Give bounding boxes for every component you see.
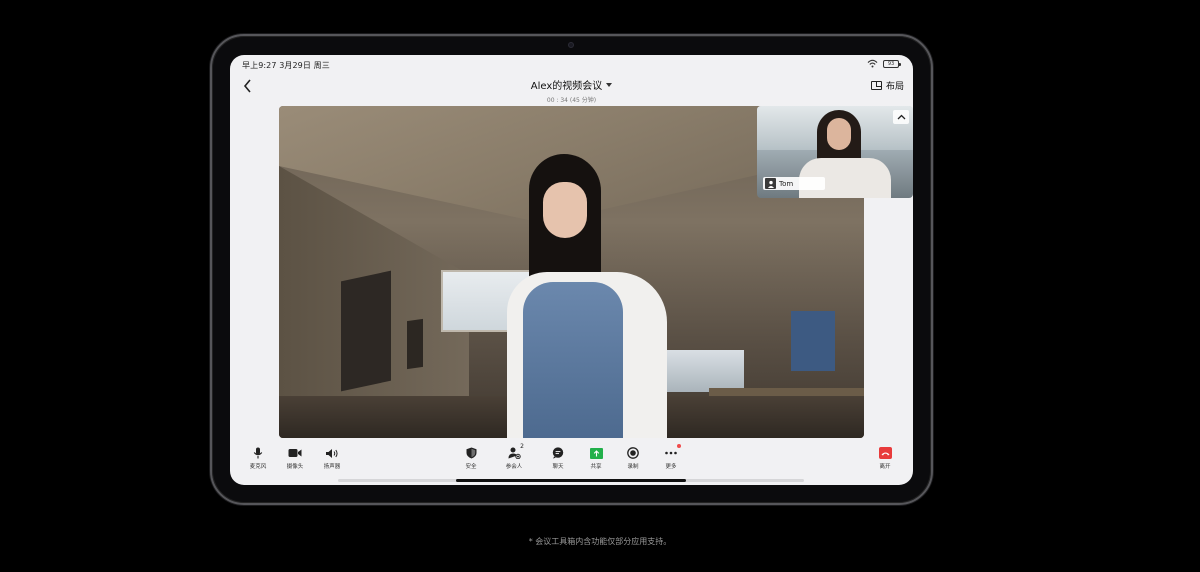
footnote: * 会议工具箱内含功能仅部分应用支持。 (528, 537, 672, 546)
status-time: 早上9:27 3月29日 周三 (242, 61, 330, 70)
record-button[interactable]: 录制 (615, 447, 651, 470)
leave-button[interactable]: 离开 (867, 447, 903, 470)
wifi-icon (867, 59, 878, 68)
video-scene-window (654, 350, 744, 392)
meeting-header: Alex的视频会议 00 : 34 (45 分钟) (230, 74, 913, 104)
meeting-duration: 00 : 34 (45 分钟) (546, 97, 597, 104)
pip-video-feed[interactable]: Tom (757, 106, 913, 198)
security-button[interactable]: 安全 (453, 447, 489, 470)
status-indicators: 93 (867, 59, 901, 68)
home-indicator[interactable] (456, 479, 686, 482)
pip-name-tag: Tom (763, 177, 825, 190)
chevron-up-icon (897, 114, 905, 120)
meeting-title: Alex的视频会议 (530, 81, 603, 92)
notification-badge (677, 444, 681, 448)
microphone-icon (251, 447, 265, 459)
speaker-button[interactable]: 扬声器 (314, 447, 350, 470)
meeting-toolbar: 麦克风 摄像头 扬声器 安全 2 参会人 聊天 共享 录制 更多 离开 (230, 443, 913, 475)
chat-bubble-icon (551, 447, 565, 459)
participants-button[interactable]: 2 参会人 (496, 443, 532, 470)
caret-down-icon (606, 82, 613, 87)
pip-collapse-button[interactable] (893, 110, 909, 124)
video-participant (487, 154, 667, 438)
battery-icon: 93 (883, 59, 901, 68)
video-scene-artwork (407, 318, 423, 370)
hang-up-icon (878, 447, 892, 459)
more-dots-icon (664, 444, 681, 459)
share-button[interactable]: 共享 (578, 447, 614, 470)
meeting-title-dropdown[interactable]: Alex的视频会议 (531, 77, 613, 92)
video-scene-artwork (341, 270, 391, 392)
front-camera (568, 42, 574, 48)
video-scene-panel (791, 311, 835, 371)
chat-button[interactable]: 聊天 (540, 447, 576, 470)
layout-button[interactable]: 布局 (870, 79, 904, 92)
screen-share-icon (589, 447, 603, 459)
participants-count: 2 (520, 443, 524, 450)
mic-button[interactable]: 麦克风 (240, 447, 276, 470)
video-camera-icon (288, 447, 302, 459)
camera-button[interactable]: 摄像头 (277, 447, 313, 470)
speaker-icon (325, 447, 339, 459)
layout-label: 布局 (885, 82, 904, 92)
user-icon (765, 178, 776, 189)
meeting-screen: 早上9:27 3月29日 周三 93 Alex的视频会议 00 : 34 (45… (230, 55, 913, 485)
record-icon (626, 447, 640, 459)
participants-icon: 2 (507, 443, 524, 459)
layout-icon (870, 81, 882, 90)
more-button[interactable]: 更多 (653, 444, 689, 470)
shield-icon (464, 447, 478, 459)
pip-participant-name: Tom (779, 179, 794, 188)
